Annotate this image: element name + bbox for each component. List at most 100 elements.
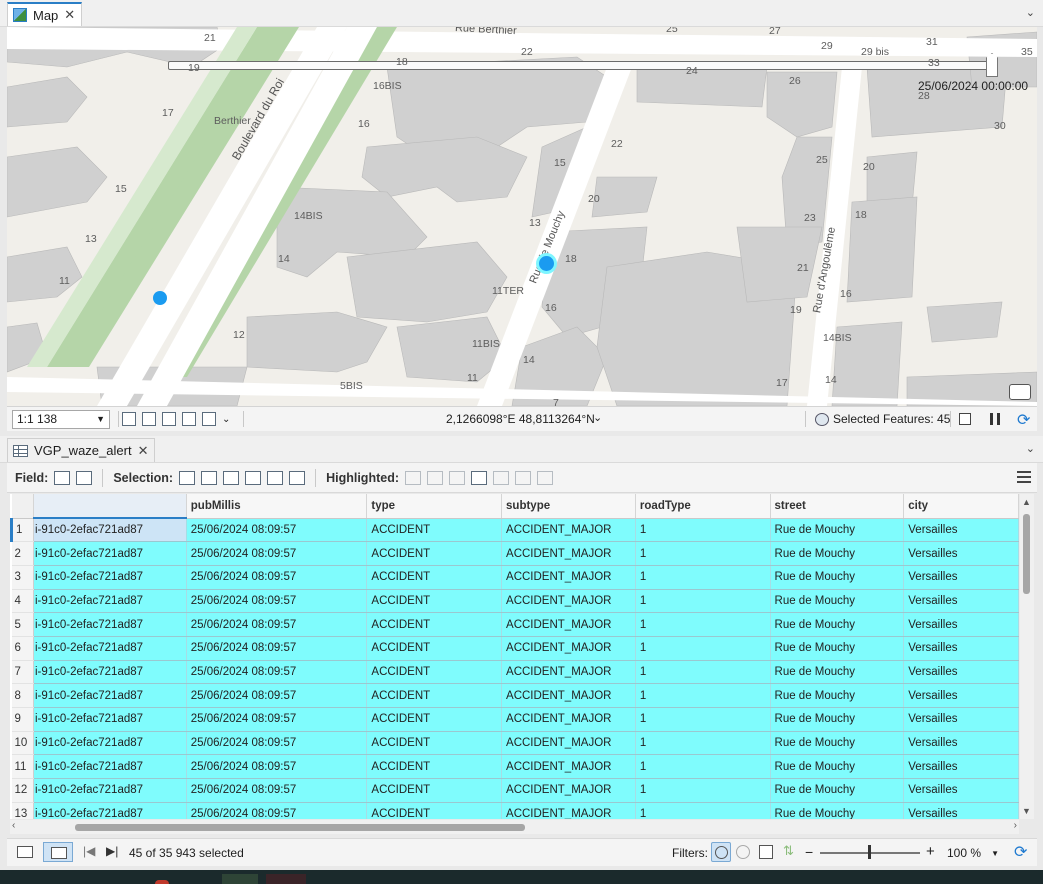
table-cell-type[interactable]: ACCIDENT	[366, 660, 503, 685]
table-cell-roadtype[interactable]: 1	[635, 636, 771, 661]
table-cell-city[interactable]: Versailles	[903, 565, 1019, 590]
table-cell-type[interactable]: ACCIDENT	[366, 778, 503, 803]
table-cell-pubmillis[interactable]: 25/06/2024 08:09:57	[186, 778, 368, 803]
table-cell-subtype[interactable]: ACCIDENT_MAJOR	[501, 802, 636, 819]
zoom-select[interactable]: 100 % ▼	[944, 844, 1002, 862]
scroll-left-icon[interactable]: ‹	[12, 820, 15, 831]
table-cell-street[interactable]: Rue de Mouchy	[770, 778, 905, 803]
table-cell-street[interactable]: Rue de Mouchy	[770, 754, 905, 780]
table-cell-oid[interactable]: i-91c0-2efac721ad87	[33, 778, 187, 803]
table-cell-pubmillis[interactable]: 25/06/2024 08:09:57	[186, 612, 368, 637]
table-cell-city[interactable]: Versailles	[903, 802, 1019, 819]
table-cell-pubmillis[interactable]: 25/06/2024 08:09:57	[186, 589, 368, 614]
app-icon[interactable]	[155, 880, 169, 884]
table-cell-oid[interactable]: i-91c0-2efac721ad87	[33, 731, 187, 756]
show-selected-records-icon[interactable]	[43, 842, 73, 862]
table-cell-city[interactable]: Versailles	[903, 660, 1019, 685]
switch-highlight-icon[interactable]	[471, 470, 487, 485]
table-cell-city[interactable]: Versailles	[903, 707, 1019, 732]
table-cell-subtype[interactable]: ACCIDENT_MAJOR	[501, 707, 636, 732]
row-number[interactable]: 10	[11, 731, 34, 756]
column-header[interactable]	[33, 494, 187, 519]
table-cell-roadtype[interactable]: 1	[635, 518, 771, 543]
table-cell-roadtype[interactable]: 1	[635, 754, 771, 780]
table-row[interactable]: 13 i-91c0-2efac721ad87 25/06/2024 08:09:57…	[11, 802, 1019, 819]
row-number[interactable]: 3	[11, 565, 34, 590]
add-to-map-icon[interactable]	[122, 412, 136, 426]
table-cell-city[interactable]: Versailles	[903, 754, 1019, 780]
row-number[interactable]: 12	[11, 778, 34, 803]
taskbar-item[interactable]	[222, 874, 258, 884]
tab-attribute-table[interactable]: VGP_waze_alert ✕	[7, 438, 156, 462]
table-of-contents-icon[interactable]	[1009, 384, 1031, 400]
refresh-icon[interactable]: ⟳	[1014, 842, 1027, 862]
table-cell-type[interactable]: ACCIDENT	[366, 683, 503, 708]
table-cell-roadtype[interactable]: 1	[635, 683, 771, 708]
table-cell-type[interactable]: ACCIDENT	[366, 612, 503, 637]
table-cell-oid[interactable]: i-91c0-2efac721ad87	[33, 518, 187, 543]
table-cell-type[interactable]: ACCIDENT	[366, 731, 503, 756]
table-cell-roadtype[interactable]: 1	[635, 541, 771, 566]
close-icon[interactable]: ✕	[64, 7, 75, 23]
scroll-right-icon[interactable]: ›	[1014, 820, 1017, 831]
table-cell-pubmillis[interactable]: 25/06/2024 08:09:57	[186, 541, 368, 566]
table-cell-oid[interactable]: i-91c0-2efac721ad87	[33, 565, 187, 590]
table-cell-pubmillis[interactable]: 25/06/2024 08:09:57	[186, 565, 368, 590]
filter-icon[interactable]	[759, 845, 773, 859]
map-view[interactable]: 25/06/2024 00:00:00 Rue Berthier Bouleva…	[7, 27, 1037, 406]
column-header[interactable]: city	[903, 494, 1019, 519]
table-cell-type[interactable]: ACCIDENT	[366, 707, 503, 732]
table-cell-street[interactable]: Rue de Mouchy	[770, 518, 905, 543]
table-cell-type[interactable]: ACCIDENT	[366, 565, 503, 590]
table-row[interactable]: 10 i-91c0-2efac721ad87 25/06/2024 08:09:57…	[11, 731, 1019, 756]
last-record-icon[interactable]: ▶|	[106, 844, 118, 858]
table-cell-pubmillis[interactable]: 25/06/2024 08:09:57	[186, 636, 368, 661]
table-cell-oid[interactable]: i-91c0-2efac721ad87	[33, 612, 187, 637]
table-cell-pubmillis[interactable]: 25/06/2024 08:09:57	[186, 802, 368, 819]
table-cell-pubmillis[interactable]: 25/06/2024 08:09:57	[186, 707, 368, 732]
table-row[interactable]: 1 i-91c0-2efac721ad87 25/06/2024 08:09:57 A…	[10, 518, 1019, 543]
table-cell-subtype[interactable]: ACCIDENT_MAJOR	[501, 778, 636, 803]
unhighlight-icon[interactable]	[493, 470, 509, 485]
table-row[interactable]: 9 i-91c0-2efac721ad87 25/06/2024 08:09:57 A…	[11, 707, 1019, 732]
table-row[interactable]: 3 i-91c0-2efac721ad87 25/06/2024 08:09:57 A…	[11, 565, 1019, 590]
table-cell-roadtype[interactable]: 1	[635, 731, 771, 756]
table-cell-oid[interactable]: i-91c0-2efac721ad87	[33, 707, 187, 732]
delete-selection-icon[interactable]	[267, 470, 284, 485]
row-number[interactable]: 9	[11, 707, 34, 732]
scroll-down-icon[interactable]: ▼	[1022, 806, 1031, 816]
table-cell-type[interactable]: ACCIDENT	[366, 754, 503, 780]
table-cell-type[interactable]: ACCIDENT	[366, 802, 503, 819]
horizontal-scrollbar[interactable]: ‹ ›	[10, 820, 1019, 834]
chevron-down-icon[interactable]: ⌄	[1026, 6, 1035, 19]
row-number[interactable]: 2	[11, 541, 34, 566]
close-icon[interactable]: ✕	[138, 443, 149, 459]
zoom-to-selection-icon[interactable]	[201, 470, 218, 485]
column-header[interactable]: pubMillis	[186, 494, 368, 519]
table-cell-type[interactable]: ACCIDENT	[366, 589, 503, 614]
vertical-scrollbar[interactable]: ▲ ▼	[1020, 494, 1034, 819]
table-cell-street[interactable]: Rue de Mouchy	[770, 589, 905, 614]
table-cell-city[interactable]: Versailles	[903, 612, 1019, 637]
snapping-icon[interactable]	[162, 412, 176, 426]
add-field-icon[interactable]	[54, 470, 71, 485]
table-row[interactable]: 5 i-91c0-2efac721ad87 25/06/2024 08:09:57 A…	[11, 612, 1019, 637]
table-row[interactable]: 2 i-91c0-2efac721ad87 25/06/2024 08:09:57 A…	[11, 541, 1019, 566]
time-slider-thumb[interactable]	[986, 53, 998, 77]
attribute-table[interactable]: pubMillis type subtype roadType street c…	[10, 494, 1019, 819]
table-row[interactable]: 4 i-91c0-2efac721ad87 25/06/2024 08:09:57 A…	[11, 589, 1019, 614]
scroll-thumb[interactable]	[1023, 514, 1030, 594]
row-number[interactable]: 6	[11, 636, 34, 661]
table-cell-street[interactable]: Rue de Mouchy	[770, 802, 905, 819]
table-cell-city[interactable]: Versailles	[903, 731, 1019, 756]
table-cell-subtype[interactable]: ACCIDENT_MAJOR	[501, 660, 636, 685]
table-cell-city[interactable]: Versailles	[903, 683, 1019, 708]
clear-selection-icon[interactable]	[245, 470, 262, 485]
time-slider[interactable]	[168, 61, 998, 70]
table-cell-roadtype[interactable]: 1	[635, 660, 771, 685]
zoom-out-icon[interactable]: −	[805, 844, 813, 860]
table-cell-oid[interactable]: i-91c0-2efac721ad87	[33, 589, 187, 614]
table-cell-subtype[interactable]: ACCIDENT_MAJOR	[501, 565, 636, 590]
scroll-up-icon[interactable]: ▲	[1022, 497, 1031, 507]
table-cell-oid[interactable]: i-91c0-2efac721ad87	[33, 541, 187, 566]
